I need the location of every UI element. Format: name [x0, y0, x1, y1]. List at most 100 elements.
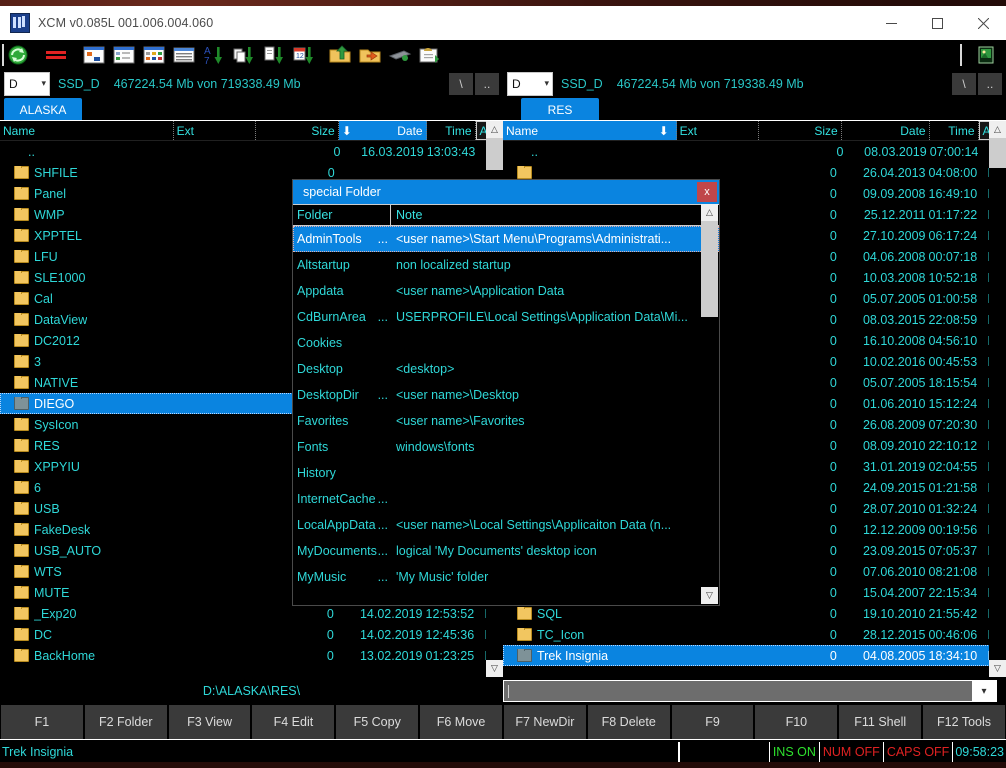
special-folder-icon[interactable]	[418, 43, 442, 67]
table-row[interactable]: ..008.03.201907:00:14D	[503, 141, 1006, 162]
drive-icon[interactable]	[388, 43, 412, 67]
function-key-f1[interactable]: F1	[1, 705, 83, 739]
command-input[interactable]: ▾	[503, 680, 997, 702]
right-scroll-track[interactable]	[989, 138, 1006, 660]
dialog-row[interactable]: InternetCache...	[293, 486, 719, 512]
dialog-close-button[interactable]: x	[697, 182, 717, 202]
dialog-row[interactable]: Appdata <user name>\Application Data...	[293, 278, 719, 304]
left-drive-select[interactable]: D ▾	[4, 72, 50, 96]
right-tab-res[interactable]: RES	[521, 98, 599, 120]
function-key-f6[interactable]: F6 Move	[420, 705, 502, 739]
view-thumbs-icon[interactable]	[142, 43, 166, 67]
dialog-row[interactable]: LocalAppData... <user name>\Local Setting…	[293, 512, 719, 538]
view-list-icon[interactable]	[172, 43, 196, 67]
row-date-cell: 08.03.2015	[862, 312, 926, 327]
sort-ext-icon[interactable]	[232, 43, 256, 67]
dialog-scrollbar[interactable]: △ ▽	[701, 204, 718, 604]
sort-date-icon[interactable]: 12	[292, 43, 316, 67]
table-row[interactable]: SQL019.10.201021:55:42D	[503, 603, 1006, 624]
view-details-icon[interactable]	[112, 43, 136, 67]
maximize-button[interactable]	[914, 6, 960, 40]
dialog-row[interactable]: History	[293, 460, 719, 486]
row-date-cell: 25.12.2011	[863, 207, 926, 222]
left-tab-alaska[interactable]: ALASKA	[4, 98, 82, 120]
function-key-f3[interactable]: F3 View	[168, 705, 251, 739]
dialog-row[interactable]: MyDocuments... logical 'My Documents' des…	[293, 538, 719, 564]
scroll-up-icon[interactable]: △	[701, 204, 718, 221]
left-header-date[interactable]: ⬇ Date	[338, 121, 427, 140]
dialog-folder-label: AdminTools	[297, 232, 362, 246]
row-date-cell: 31.01.2019	[862, 459, 926, 474]
close-button[interactable]	[960, 6, 1006, 40]
sort-name-icon[interactable]: A 7	[202, 43, 226, 67]
scroll-down-icon[interactable]: ▽	[701, 587, 718, 604]
table-row[interactable]: _Exp20014.02.201912:53:52D	[0, 603, 503, 624]
dialog-scroll-track[interactable]	[701, 221, 718, 587]
left-header-ext[interactable]: Ext	[174, 121, 256, 140]
table-row[interactable]: ..016.03.201913:03:43D	[0, 141, 503, 162]
right-scrollbar[interactable]: △ ▽	[989, 121, 1006, 677]
dialog-row[interactable]: MyMusic... 'My Music' folder	[293, 564, 719, 590]
left-header-name[interactable]: Name	[0, 121, 174, 140]
folder-icon	[14, 648, 29, 662]
dialog-row[interactable]: AdminTools... <user name>\Start Menu\Prog…	[293, 226, 719, 252]
scroll-up-icon[interactable]: △	[989, 121, 1006, 138]
left-updir-button[interactable]: ..	[475, 73, 499, 95]
table-row[interactable]: Trek Insignia004.08.200518:34:10D	[503, 645, 1006, 666]
sort-size-icon[interactable]	[262, 43, 286, 67]
dialog-row[interactable]: Altstartup non localized startup	[293, 252, 719, 278]
folder-icon	[14, 438, 29, 452]
dialog-row[interactable]: Cookies	[293, 330, 719, 356]
scroll-up-icon[interactable]: △	[486, 121, 503, 138]
dialog-row[interactable]: Fonts windows\fonts	[293, 434, 719, 460]
function-key-f9[interactable]: F9	[671, 705, 754, 739]
function-key-f7[interactable]: F7 NewDir	[503, 705, 586, 739]
table-row[interactable]: BackHome013.02.201901:23:25D	[0, 645, 503, 666]
dialog-row[interactable]: Desktop <desktop>	[293, 356, 719, 382]
dialog-header-folder[interactable]: Folder	[293, 205, 391, 225]
function-key-f12[interactable]: F12 Tools	[923, 705, 1005, 739]
right-header-name[interactable]: Name ⬇	[503, 121, 677, 140]
right-header-time[interactable]: Time	[930, 121, 979, 140]
wallpaper-icon[interactable]	[974, 43, 998, 67]
view-brief-icon[interactable]	[82, 43, 106, 67]
function-key-f2[interactable]: F2 Folder	[84, 705, 167, 739]
function-key-f10[interactable]: F10	[755, 705, 838, 739]
right-updir-button[interactable]: ..	[978, 73, 1002, 95]
row-time-cell: 01:21:58	[928, 480, 978, 495]
scroll-down-icon[interactable]: ▽	[989, 660, 1006, 677]
open-folder-up-icon[interactable]	[328, 43, 352, 67]
right-header-date[interactable]: Date	[842, 121, 930, 140]
refresh-icon[interactable]	[6, 43, 30, 67]
table-row[interactable]: TC_Icon028.12.201500:46:06D	[503, 624, 1006, 645]
row-time-cell: 15:12:24	[928, 396, 978, 411]
left-scroll-thumb[interactable]	[486, 138, 503, 170]
dialog-row[interactable]: Favorites <user name>\Favorites...	[293, 408, 719, 434]
table-row[interactable]: DC014.02.201912:45:36D	[0, 624, 503, 645]
dialog-header-note[interactable]: Note	[391, 205, 719, 225]
function-key-f5[interactable]: F5 Copy	[336, 705, 419, 739]
minimize-button[interactable]	[868, 6, 914, 40]
right-root-button[interactable]: \	[952, 73, 976, 95]
svg-text:7: 7	[204, 56, 210, 67]
right-header-size[interactable]: Size	[759, 121, 842, 140]
left-root-button[interactable]: \	[449, 73, 473, 95]
left-header-time[interactable]: Time	[427, 121, 476, 140]
dialog-row[interactable]: CdBurnArea... USERPROFILE\Local Settings\…	[293, 304, 719, 330]
right-header-ext[interactable]: Ext	[677, 121, 759, 140]
equalize-panels-icon[interactable]	[44, 43, 68, 67]
open-folder-icon[interactable]	[358, 43, 382, 67]
function-key-f11[interactable]: F11 Shell	[839, 705, 922, 739]
row-date-cell: 14.02.2019	[359, 606, 423, 621]
scroll-down-icon[interactable]: ▽	[486, 660, 503, 677]
chevron-down-icon[interactable]: ▾	[972, 681, 996, 701]
folder-icon	[14, 249, 29, 263]
function-key-f8[interactable]: F8 Delete	[587, 705, 670, 739]
function-key-f4[interactable]: F4 Edit	[252, 705, 335, 739]
dialog-row[interactable]: DesktopDir...<user name>\Desktop...	[293, 382, 719, 408]
right-drive-select[interactable]: D ▾	[507, 72, 553, 96]
folder-icon	[14, 522, 29, 536]
right-scroll-thumb[interactable]	[989, 138, 1006, 168]
left-header-size[interactable]: Size	[256, 121, 339, 140]
dialog-scroll-thumb[interactable]	[701, 221, 718, 317]
